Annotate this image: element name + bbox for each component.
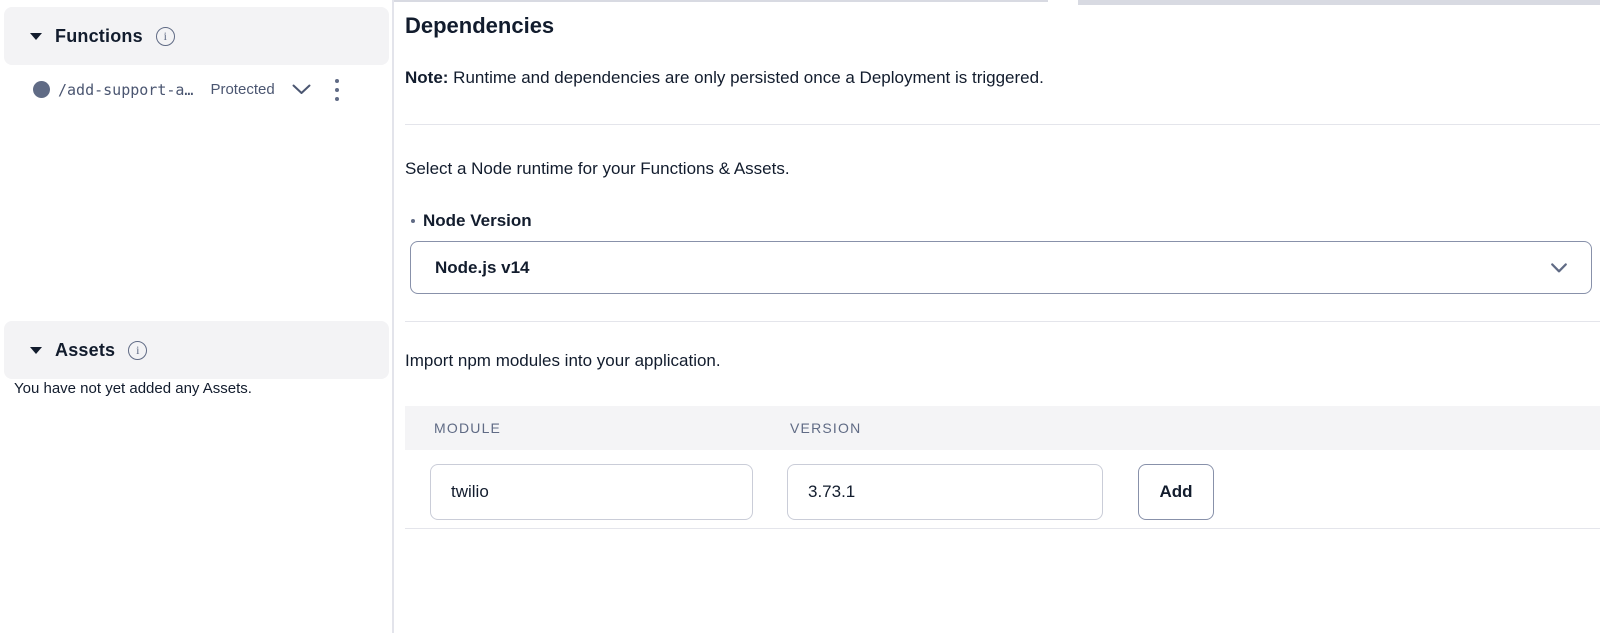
sidebar-divider (392, 0, 394, 633)
assets-section-header[interactable]: Assets (4, 321, 389, 379)
assets-section-title: Assets (55, 340, 115, 361)
functions-section-title: Functions (55, 26, 143, 47)
divider (405, 528, 1600, 529)
kebab-menu-icon[interactable] (332, 76, 342, 104)
info-icon[interactable] (156, 27, 175, 46)
module-input[interactable] (430, 464, 753, 520)
page-title: Dependencies (405, 13, 554, 39)
sidebar: Functions /add-support-a… Protected Asse… (0, 0, 392, 633)
modules-table-header: MODULE VERSION (405, 406, 1600, 450)
module-column-header: MODULE (434, 420, 501, 436)
note-body: Runtime and dependencies are only persis… (448, 68, 1043, 87)
import-prompt: Import npm modules into your application… (405, 351, 721, 371)
function-list-item[interactable]: /add-support-a… Protected (0, 72, 392, 107)
protected-badge: Protected (210, 81, 274, 98)
top-border-strip (394, 0, 1048, 2)
node-version-label: Node Version (411, 211, 532, 231)
note-text: Note: Runtime and dependencies are only … (405, 68, 1044, 88)
caret-down-icon (30, 33, 42, 40)
node-version-selected-value: Node.js v14 (435, 258, 530, 278)
divider (405, 124, 1600, 125)
info-icon[interactable] (128, 341, 147, 360)
node-version-select[interactable]: Node.js v14 (410, 241, 1592, 294)
add-module-button[interactable]: Add (1138, 464, 1214, 520)
functions-section-header[interactable]: Functions (4, 7, 389, 65)
bullet-dot-icon (411, 219, 415, 223)
note-label: Note: (405, 68, 448, 87)
version-column-header: VERSION (790, 420, 861, 436)
runtime-prompt: Select a Node runtime for your Functions… (405, 159, 790, 179)
divider (405, 321, 1600, 322)
version-input[interactable] (787, 464, 1103, 520)
caret-down-icon (30, 347, 42, 354)
status-dot-icon (33, 81, 50, 98)
chevron-down-icon[interactable] (292, 84, 311, 95)
chevron-down-icon (1551, 263, 1567, 273)
function-path: /add-support-a… (58, 81, 193, 99)
top-tab-strip (1078, 0, 1600, 5)
assets-empty-message: You have not yet added any Assets. (14, 380, 252, 397)
